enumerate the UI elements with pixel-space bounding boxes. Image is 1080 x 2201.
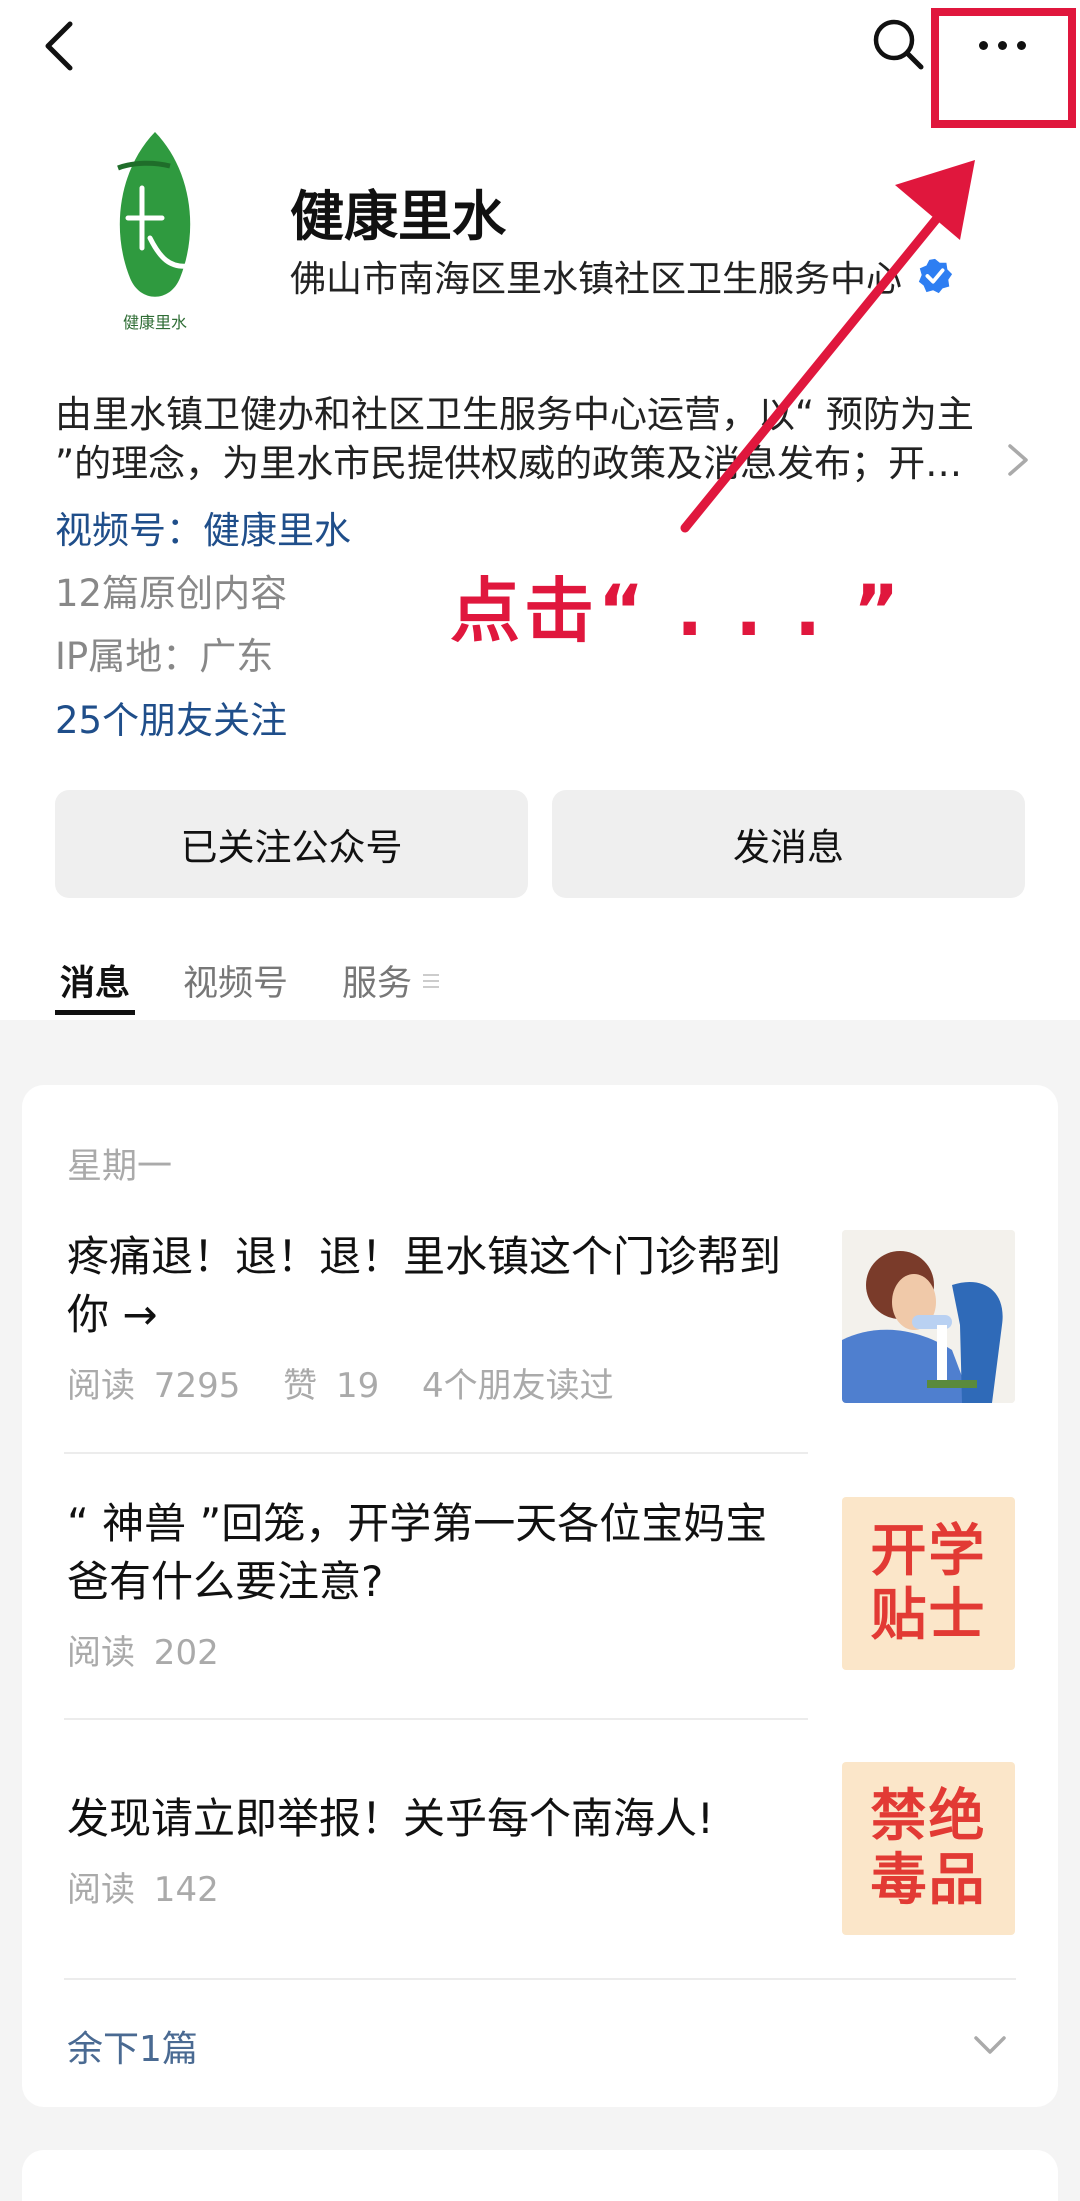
chevron-down-icon[interactable] [970,2030,1010,2060]
article-title: 疼痛退！退！退！里水镇这个门诊帮到你 → [67,1232,782,1339]
article-item[interactable]: 发现请立即举报！关乎每个南海人! 阅读 142 [67,1790,807,1911]
article-item[interactable]: “ 神兽 ”回笼，开学第一天各位宝妈宝爸有什么要注意? 阅读 202 [67,1495,807,1674]
article-thumbnail[interactable] [842,1230,1015,1403]
doctor-illustration-icon [842,1230,1015,1403]
article-thumbnail[interactable]: 开学 贴士 [842,1497,1015,1670]
read-count: 阅读 142 [67,1870,219,1910]
article-meta: 阅读 7295 赞 19 4个朋友读过 [67,1358,807,1407]
tab-channels[interactable]: 视频号 [183,955,288,1006]
thumbnail-text: 开学 贴士 [870,1518,987,1648]
tab-services[interactable]: 服务 [342,955,412,1006]
tab-messages[interactable]: 消息 [60,955,130,1006]
divider [64,1718,808,1720]
search-icon [873,19,924,70]
next-message-card [22,2150,1058,2201]
divider [64,1978,1016,1980]
thumbnail-text: 禁绝 毒品 [870,1783,987,1913]
day-label: 星期一 [67,1147,173,1187]
back-arrow-icon [45,21,73,71]
read-count: 阅读 202 [67,1633,219,1673]
article-title: 发现请立即举报！关乎每个南海人! [67,1794,714,1843]
divider [64,1452,808,1454]
search-button[interactable] [858,4,938,84]
account-description[interactable]: 由里水镇卫健办和社区卫生服务中心运营，以“ 预防为主 ”的理念，为里水市民提供权… [55,390,975,488]
menu-icon [423,974,439,988]
organization-row: 佛山市南海区里水镇社区卫生服务中心 [290,250,954,302]
active-tab-indicator [55,1010,135,1015]
remaining-articles-link[interactable]: 余下1篇 [67,2020,198,2072]
article-title: “ 神兽 ”回笼，开学第一天各位宝妈宝爸有什么要注意? [67,1499,768,1606]
account-name: 健康里水 [290,185,506,248]
annotation-highlight-box [931,8,1076,128]
back-button[interactable] [22,8,98,84]
read-count: 阅读 7295 [67,1366,241,1406]
article-meta: 阅读 202 [67,1625,807,1674]
original-content-count: 12篇原创内容 [55,572,288,615]
like-count: 赞 19 [283,1366,380,1406]
account-logo: 健康里水 [100,128,210,338]
leaf-logo-icon: 健康里水 [117,132,191,332]
ip-location: IP属地：广东 [55,635,274,678]
article-item[interactable]: 疼痛退！退！退！里水镇这个门诊帮到你 → 阅读 7295 赞 19 4个朋友读过 [67,1228,807,1407]
svg-text:健康里水: 健康里水 [123,313,187,332]
chevron-right-icon[interactable] [1000,440,1036,480]
followed-account-button[interactable]: 已关注公众号 [55,790,528,898]
verified-badge-icon [918,258,953,294]
friends-following-link[interactable]: 25个朋友关注 [55,690,287,744]
article-meta: 阅读 142 [67,1862,807,1911]
channel-link[interactable]: 视频号：健康里水 [55,500,351,554]
send-message-button[interactable]: 发消息 [552,790,1025,898]
organization-name: 佛山市南海区里水镇社区卫生服务中心 [290,259,903,300]
article-thumbnail[interactable]: 禁绝 毒品 [842,1762,1015,1935]
friends-read: 4个朋友读过 [422,1366,614,1406]
annotation-text: 点击“ . . . ” [450,570,904,652]
